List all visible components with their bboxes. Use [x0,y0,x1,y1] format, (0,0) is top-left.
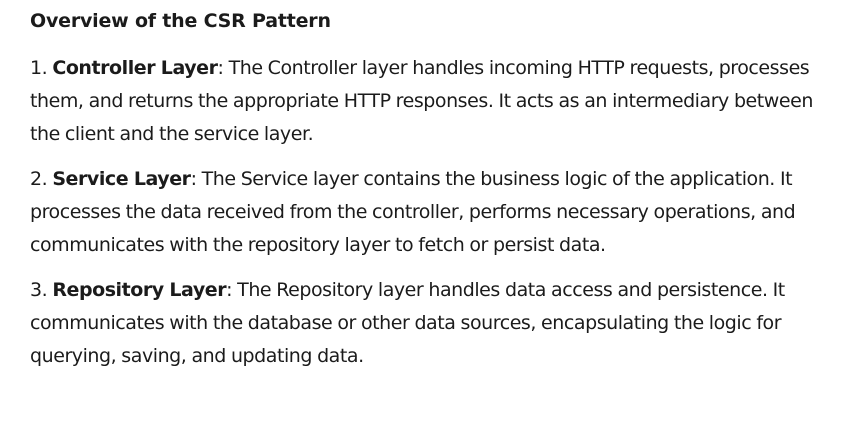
list-item-term: Service Layer [52,168,191,190]
list-item-term: Repository Layer [52,279,227,301]
list-item-number: 2. [30,168,53,190]
list-item-service-layer: 2. Service Layer: The Service layer cont… [30,163,845,262]
list-item-term: Controller Layer [52,57,218,79]
section-heading: Overview of the CSR Pattern [30,10,331,32]
list-item-number: 1. [30,57,53,79]
list-item-controller-layer: 1. Controller Layer: The Controller laye… [30,52,845,151]
list-item-number: 3. [30,279,53,301]
document-body: Overview of the CSR Pattern 1. Controlle… [30,8,845,385]
list-item-repository-layer: 3. Repository Layer: The Repository laye… [30,274,845,373]
